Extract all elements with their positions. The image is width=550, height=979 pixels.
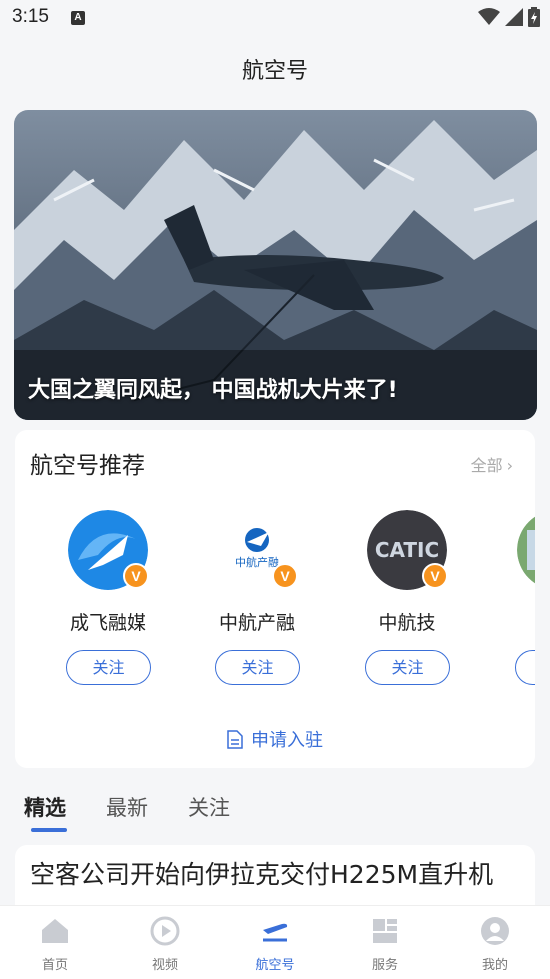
tab-featured-label: 精选: [24, 796, 66, 820]
nav-home-label: 首页: [41, 958, 68, 973]
view-all-link[interactable]: 全部 ›: [471, 452, 513, 476]
nav-aviation[interactable]: 航空号: [220, 906, 330, 979]
status-bar: 3:15 A: [0, 0, 550, 38]
feed-tabs: 精选 最新 关注: [24, 792, 230, 832]
account-avatar-image: [517, 516, 535, 584]
account-name: 中航产融: [218, 612, 295, 634]
verified-badge: V: [123, 563, 149, 589]
video-icon: [150, 916, 180, 946]
follow-button[interactable]: 关注: [215, 650, 300, 685]
status-time: 3:15: [12, 6, 49, 27]
plane-icon: [263, 923, 288, 942]
verified-badge: V: [272, 563, 298, 589]
recommend-title: 航空号推荐: [30, 453, 145, 479]
account-name: 成飞融媒: [69, 612, 146, 634]
account-name: 智: [479, 608, 535, 635]
status-icons: [478, 7, 540, 27]
tab-following[interactable]: 关注: [188, 792, 230, 822]
nav-mine[interactable]: 我的: [440, 906, 550, 979]
tab-following-label: 关注: [188, 796, 230, 820]
home-icon: [42, 919, 68, 943]
page-title: 航空号: [241, 59, 308, 84]
avic-logo-text: 中航产融: [235, 555, 279, 569]
battery-icon: [528, 7, 540, 27]
nav-home[interactable]: 首页: [0, 906, 110, 979]
notification-icon: A: [71, 11, 85, 25]
chevron-right-icon: ›: [506, 456, 513, 475]
apply-join-button[interactable]: 申请入驻: [15, 726, 535, 752]
banner-title: 大国之翼同风起， 中国战机大片来了!: [28, 378, 398, 403]
user-icon: [481, 917, 509, 945]
account-list: V 成飞融媒 关注 中航产融 V 中航产融 关注 CATIC V 中航技 关注: [15, 510, 535, 690]
apply-join-label: 申请入驻: [251, 730, 323, 751]
bottom-nav: 首页 视频 航空号 服务 我的: [0, 905, 550, 979]
recommend-card: 航空号推荐 全部 › V 成飞融媒 关注 中航产融 V 中航产融 关注 CATI…: [15, 430, 535, 768]
article-title: 空客公司开始向伊拉克交付H225M直升机: [30, 860, 494, 889]
grid-icon: [373, 919, 397, 943]
tab-featured[interactable]: 精选: [24, 792, 67, 832]
tab-latest-label: 最新: [106, 796, 148, 820]
document-icon: [227, 730, 243, 749]
view-all-label: 全部: [470, 456, 503, 475]
follow-button[interactable]: 关注: [365, 650, 450, 685]
follow-button[interactable]: 关注: [66, 650, 151, 685]
nav-service-label: 服务: [371, 958, 398, 973]
nav-video-label: 视频: [151, 958, 178, 973]
active-tab-indicator: [31, 828, 67, 832]
wifi-icon: [478, 8, 500, 25]
catic-logo-text: CATIC: [375, 538, 439, 562]
nav-video[interactable]: 视频: [110, 906, 220, 979]
verified-badge: V: [422, 563, 448, 589]
avatar[interactable]: [517, 510, 535, 590]
nav-aviation-label: 航空号: [255, 958, 295, 973]
follow-button[interactable]: [515, 650, 535, 685]
account-name: 中航技: [378, 612, 436, 634]
nav-service[interactable]: 服务: [330, 906, 440, 979]
banner-carousel[interactable]: 大国之翼同风起， 中国战机大片来了!: [14, 110, 537, 420]
signal-icon: [505, 8, 523, 26]
nav-mine-label: 我的: [481, 958, 508, 973]
tab-latest[interactable]: 最新: [106, 792, 148, 822]
